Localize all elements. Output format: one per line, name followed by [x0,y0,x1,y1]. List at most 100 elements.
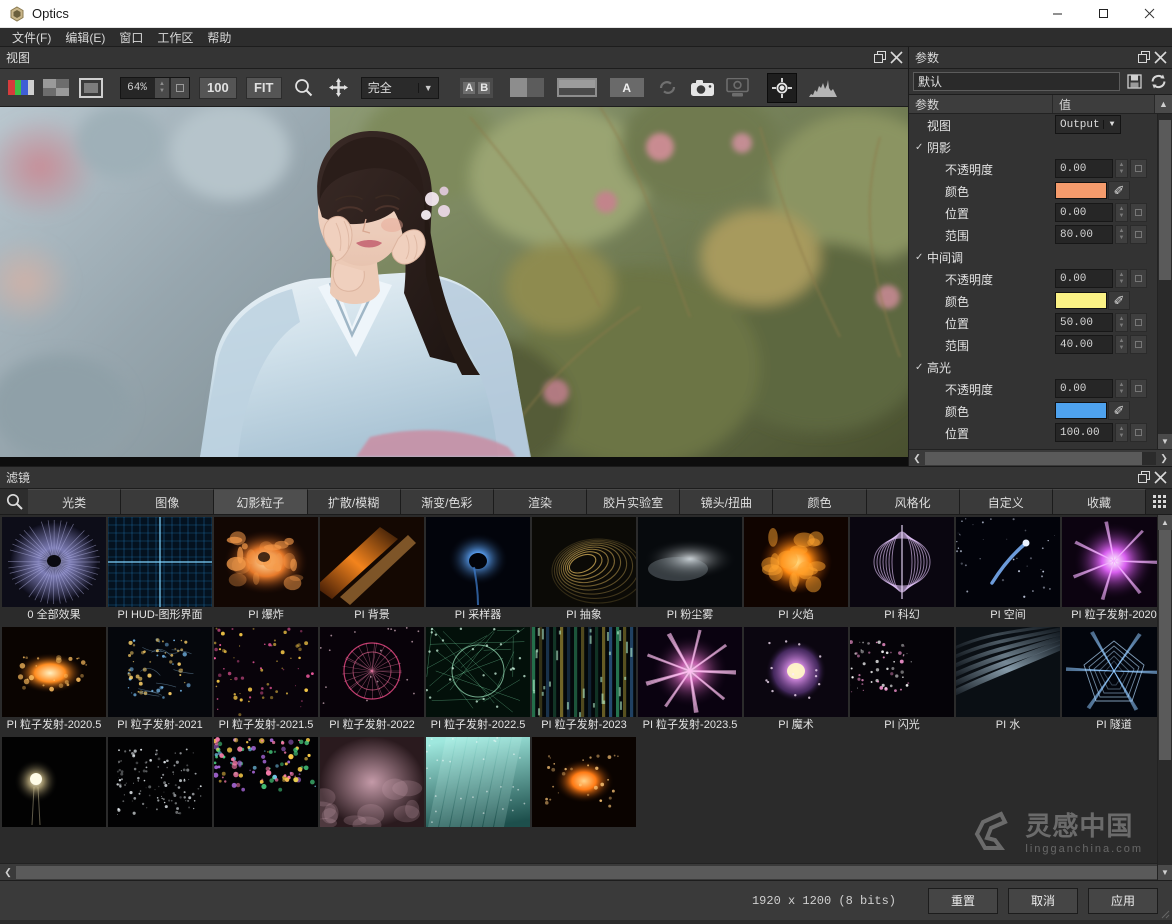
param-highlight-position-reset-icon[interactable] [1130,423,1147,442]
filter-item[interactable]: PI 隧道 [1062,627,1157,735]
filter-item[interactable]: 0 全部效果 [2,517,106,625]
image-viewer[interactable] [0,107,908,466]
filter-thumbnail[interactable] [850,517,954,607]
filter-thumbnail[interactable] [426,517,530,607]
filter-thumbnail[interactable] [108,737,212,827]
eyedropper-icon[interactable]: ✐ [1108,401,1130,420]
filters-scroll-track[interactable] [1158,530,1172,865]
preset-input[interactable] [913,72,1120,91]
param-highlight-position-input[interactable]: 100.00 [1055,423,1113,442]
filters-scroll-down-icon[interactable]: ▼ [1158,865,1172,880]
search-icon[interactable] [0,489,28,514]
apply-button[interactable]: 应用 [1088,888,1158,914]
filter-thumbnail[interactable] [214,517,318,607]
param-view-select[interactable]: Output▼ [1055,115,1121,134]
filter-thumbnail[interactable] [214,737,318,827]
filter-thumbnail[interactable] [850,627,954,717]
filter-thumbnail[interactable] [426,737,530,827]
check-icon[interactable]: ✓ [915,362,923,373]
filter-item[interactable]: PI 粒子发射-2022.5 [426,627,530,735]
filter-tab-4[interactable]: 渐变/色彩 [401,489,494,514]
param-shadow-opacity-stepper[interactable]: ▲▼ [1115,159,1128,178]
params-scroll-thumb[interactable] [1159,120,1171,280]
check-icon[interactable]: ✓ [915,142,923,153]
filter-thumbnail[interactable] [320,627,424,717]
param-shadow-range-stepper[interactable]: ▲▼ [1115,225,1128,244]
param-midtone-color-swatch[interactable] [1055,292,1107,309]
filter-tab-9[interactable]: 风格化 [867,489,960,514]
params-horizontal-scrollbar[interactable]: ❮ ❯ [909,449,1172,466]
params-float-icon[interactable] [1136,50,1152,66]
param-midtone-color[interactable]: 颜色✐ [909,290,1157,312]
cancel-button[interactable]: 取消 [1008,888,1078,914]
param-highlight-opacity-stepper[interactable]: ▲▼ [1115,379,1128,398]
filter-tab-11[interactable]: 收藏 [1053,489,1146,514]
filters-horizontal-scrollbar[interactable]: ❮ [0,863,1157,880]
resize-grip[interactable] [1158,906,1170,918]
filter-thumbnail[interactable] [214,627,318,717]
filter-thumbnail[interactable] [320,517,424,607]
param-shadow-range[interactable]: 范围80.00▲▼ [909,224,1157,246]
filter-item[interactable]: PI 粒子发射-2021.5 [214,627,318,735]
param-group-shadow[interactable]: ✓阴影 [909,136,1157,158]
params-scroll-left-icon[interactable]: ❮ [909,450,925,466]
filter-item[interactable]: PI 粒子发射-2020 [1062,517,1157,625]
filter-thumbnail[interactable] [638,627,742,717]
filter-thumbnail[interactable] [2,627,106,717]
param-shadow-opacity-reset-icon[interactable] [1130,159,1147,178]
refresh-icon[interactable] [655,76,681,100]
zoom-100-button[interactable]: 100 [199,77,237,99]
params-scroll-track[interactable] [1158,114,1172,434]
filter-thumbnail[interactable] [108,517,212,607]
magnifier-icon[interactable] [291,76,317,100]
menu-file[interactable]: 文件(F) [6,28,57,47]
checker-alpha-icon[interactable] [43,76,69,100]
param-midtone-opacity[interactable]: 不透明度0.00▲▼ [909,268,1157,290]
filter-item[interactable] [320,737,424,845]
param-shadow-color-swatch[interactable] [1055,182,1107,199]
camera-snapshot-icon[interactable] [690,76,716,100]
filter-item[interactable]: PI 魔术 [744,627,848,735]
filters-close-icon[interactable] [1152,470,1168,486]
filter-thumbnail[interactable] [532,737,636,827]
filters-hscroll-thumb[interactable] [16,866,1157,879]
filter-item[interactable]: PI 粒子发射-2023 [532,627,636,735]
viewer-float-icon[interactable] [872,50,888,66]
param-midtone-opacity-stepper[interactable]: ▲▼ [1115,269,1128,288]
filters-scroll-left-icon[interactable]: ❮ [0,864,16,880]
param-highlight-color-swatch[interactable] [1055,402,1107,419]
filter-thumbnail[interactable] [426,627,530,717]
filter-item[interactable]: PI 闪光 [850,627,954,735]
filter-tab-1[interactable]: 图像 [121,489,214,514]
minimize-button[interactable] [1034,0,1080,28]
param-shadow-opacity[interactable]: 不透明度0.00▲▼ [909,158,1157,180]
filter-item[interactable]: PI 水 [956,627,1060,735]
filter-item[interactable]: PI 采样器 [426,517,530,625]
filters-vertical-scrollbar[interactable]: ▲ ▼ [1157,515,1172,880]
filter-item[interactable]: PI 空间 [956,517,1060,625]
split-horizontal-icon[interactable] [555,76,599,100]
filter-thumbnail[interactable] [638,517,742,607]
zoom-field[interactable]: 64% ▲▼ [120,77,190,99]
param-view[interactable]: 视图Output▼ [909,114,1157,136]
filters-scroll-thumb[interactable] [1159,530,1171,760]
close-button[interactable] [1126,0,1172,28]
filter-item[interactable] [214,737,318,845]
filter-item[interactable]: PI 抽象 [532,517,636,625]
eyedropper-icon[interactable]: ✐ [1108,181,1130,200]
param-highlight-opacity[interactable]: 不透明度0.00▲▼ [909,378,1157,400]
grid-view-icon[interactable] [1146,489,1172,514]
filter-thumbnail[interactable] [2,737,106,827]
param-midtone-position[interactable]: 位置50.00▲▼ [909,312,1157,334]
save-preset-icon[interactable] [1124,72,1144,92]
param-midtone-range-stepper[interactable]: ▲▼ [1115,335,1128,354]
pan-move-icon[interactable] [326,76,352,100]
filter-item[interactable]: PI 粒子发射-2020.5 [2,627,106,735]
param-midtone-position-input[interactable]: 50.00 [1055,313,1113,332]
filter-tab-10[interactable]: 自定义 [960,489,1053,514]
filters-hscroll-track[interactable] [16,866,1157,879]
filter-item[interactable]: PI 火焰 [744,517,848,625]
zoom-fit-button[interactable]: FIT [246,77,282,99]
filter-item[interactable]: PI 粉尘雾 [638,517,742,625]
param-midtone-range-reset-icon[interactable] [1130,335,1147,354]
